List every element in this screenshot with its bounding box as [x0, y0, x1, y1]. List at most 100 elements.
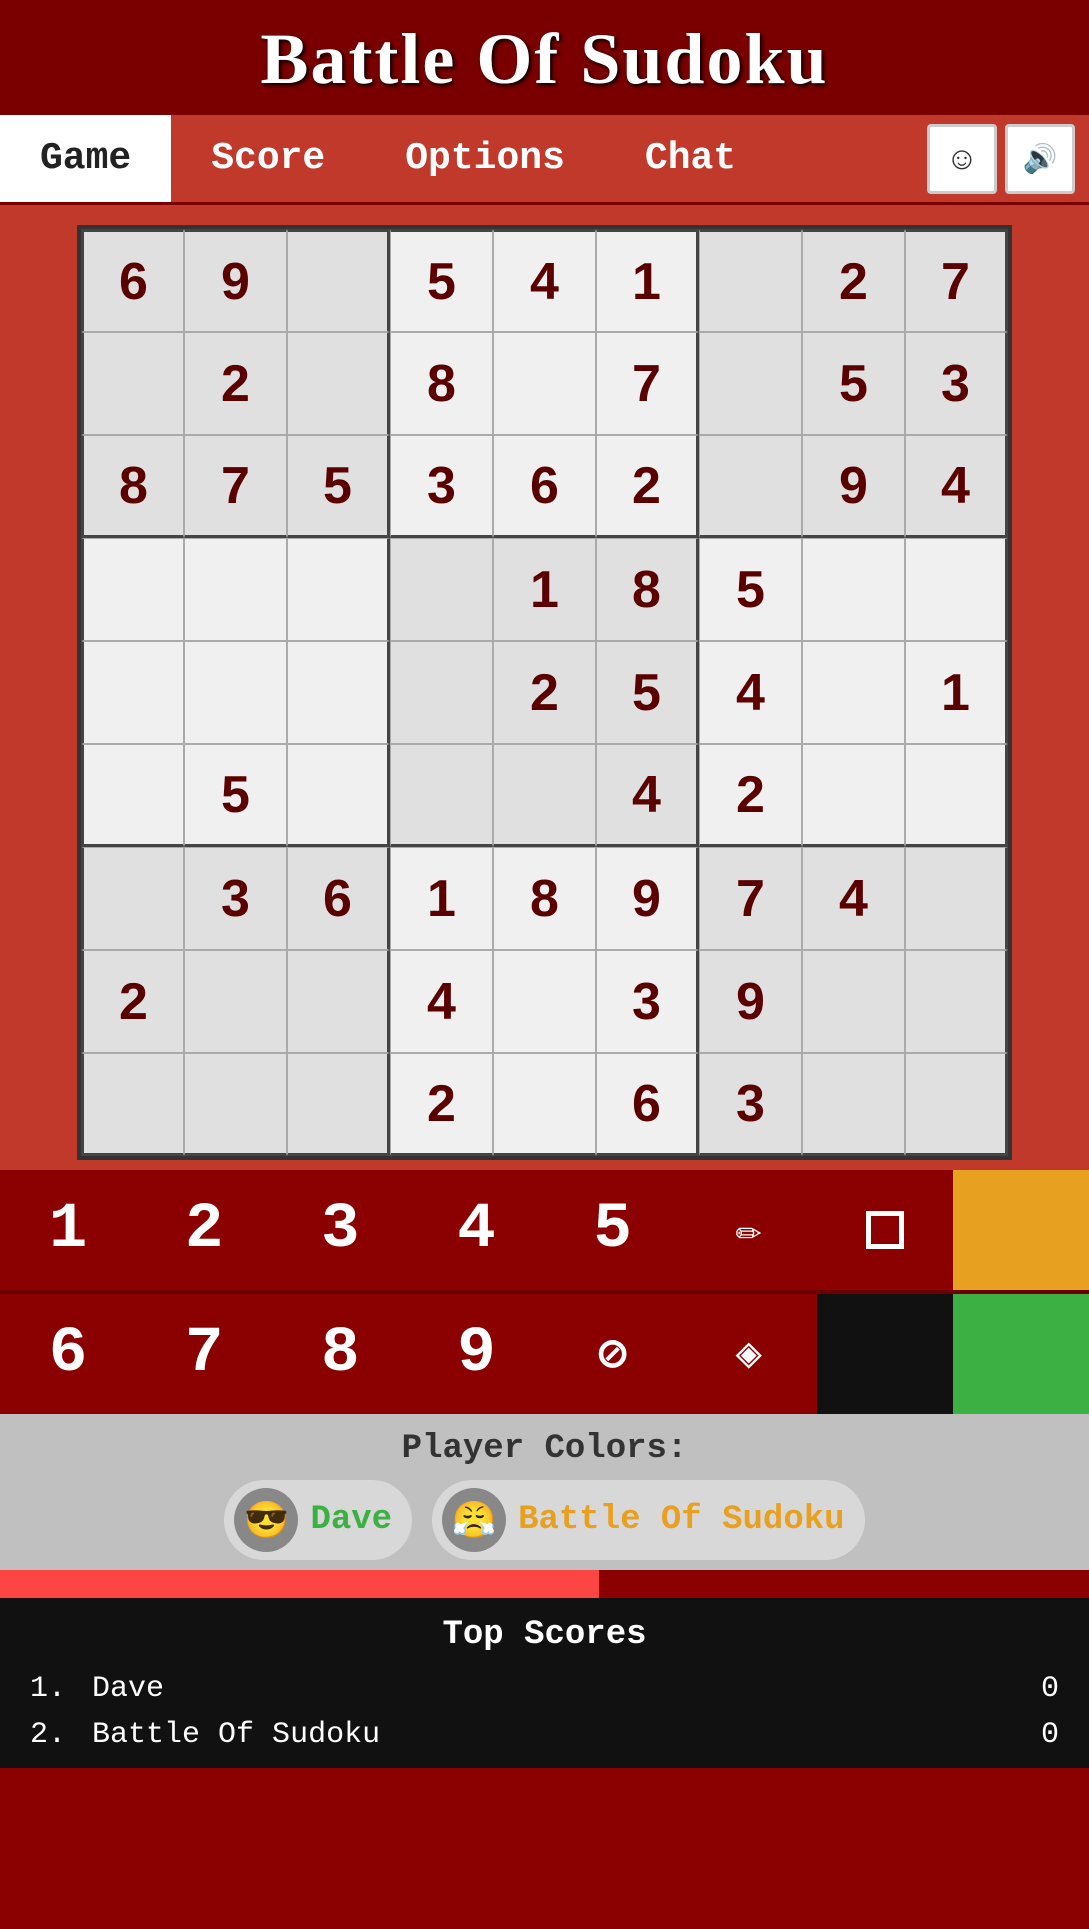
cell-5-5[interactable]: 2: [493, 641, 596, 744]
cell-3-3[interactable]: 5: [287, 435, 390, 538]
cell-8-2[interactable]: [184, 950, 287, 1053]
cell-8-1[interactable]: 2: [81, 950, 184, 1053]
numpad-4[interactable]: 4: [408, 1170, 544, 1290]
cell-7-2[interactable]: 3: [184, 847, 287, 950]
cell-2-9[interactable]: 3: [905, 332, 1008, 435]
cell-1-8[interactable]: 2: [802, 229, 905, 332]
cell-1-9[interactable]: 7: [905, 229, 1008, 332]
cell-6-3[interactable]: [287, 744, 390, 847]
cell-5-4[interactable]: [390, 641, 493, 744]
cell-2-2[interactable]: 2: [184, 332, 287, 435]
cell-4-9[interactable]: [905, 538, 1008, 641]
cell-7-7[interactable]: 7: [699, 847, 802, 950]
speaker-button[interactable]: 🔊: [1005, 124, 1075, 194]
smiley-button[interactable]: ☺: [927, 124, 997, 194]
cell-4-6[interactable]: 8: [596, 538, 699, 641]
cell-1-4[interactable]: 5: [390, 229, 493, 332]
cell-6-2[interactable]: 5: [184, 744, 287, 847]
cell-3-9[interactable]: 4: [905, 435, 1008, 538]
diamond-button[interactable]: ◈: [681, 1294, 817, 1414]
cell-4-3[interactable]: [287, 538, 390, 641]
cell-2-5[interactable]: [493, 332, 596, 435]
cell-3-8[interactable]: 9: [802, 435, 905, 538]
numpad-6[interactable]: 6: [0, 1294, 136, 1414]
cell-4-8[interactable]: [802, 538, 905, 641]
cell-4-7[interactable]: 5: [699, 538, 802, 641]
numpad-2[interactable]: 2: [136, 1170, 272, 1290]
color-orange-button[interactable]: [953, 1170, 1089, 1290]
cell-7-5[interactable]: 8: [493, 847, 596, 950]
cell-4-1[interactable]: [81, 538, 184, 641]
cell-6-1[interactable]: [81, 744, 184, 847]
cell-3-1[interactable]: 8: [81, 435, 184, 538]
numpad-8[interactable]: 8: [272, 1294, 408, 1414]
player-tag-dave[interactable]: 😎 Dave: [224, 1480, 412, 1560]
color-green-button[interactable]: [953, 1294, 1089, 1414]
cell-7-1[interactable]: [81, 847, 184, 950]
cell-4-5[interactable]: 1: [493, 538, 596, 641]
cell-8-9[interactable]: [905, 950, 1008, 1053]
cell-7-4[interactable]: 1: [390, 847, 493, 950]
cell-3-6[interactable]: 2: [596, 435, 699, 538]
cell-1-7[interactable]: [699, 229, 802, 332]
cell-4-4[interactable]: [390, 538, 493, 641]
cell-2-6[interactable]: 7: [596, 332, 699, 435]
cell-5-3[interactable]: [287, 641, 390, 744]
cell-5-2[interactable]: [184, 641, 287, 744]
cell-9-5[interactable]: [493, 1053, 596, 1156]
cell-9-2[interactable]: [184, 1053, 287, 1156]
cell-3-5[interactable]: 6: [493, 435, 596, 538]
cell-6-9[interactable]: [905, 744, 1008, 847]
cell-2-3[interactable]: [287, 332, 390, 435]
cell-9-4[interactable]: 2: [390, 1053, 493, 1156]
cell-5-6[interactable]: 5: [596, 641, 699, 744]
cell-2-7[interactable]: [699, 332, 802, 435]
cell-9-6[interactable]: 6: [596, 1053, 699, 1156]
cell-8-3[interactable]: [287, 950, 390, 1053]
tab-options[interactable]: Options: [365, 115, 605, 202]
player-tag-bos[interactable]: 😤 Battle Of Sudoku: [432, 1480, 864, 1560]
cell-1-2[interactable]: 9: [184, 229, 287, 332]
cell-1-3[interactable]: [287, 229, 390, 332]
slash-button[interactable]: ⊘: [545, 1294, 681, 1414]
cell-9-8[interactable]: [802, 1053, 905, 1156]
cell-6-6[interactable]: 4: [596, 744, 699, 847]
cell-7-9[interactable]: [905, 847, 1008, 950]
cell-7-3[interactable]: 6: [287, 847, 390, 950]
cell-3-4[interactable]: 3: [390, 435, 493, 538]
tab-game[interactable]: Game: [0, 115, 171, 202]
cell-7-6[interactable]: 9: [596, 847, 699, 950]
numpad-3[interactable]: 3: [272, 1170, 408, 1290]
cell-9-1[interactable]: [81, 1053, 184, 1156]
pencil-button[interactable]: ✏: [681, 1170, 817, 1290]
numpad-1[interactable]: 1: [0, 1170, 136, 1290]
tab-score[interactable]: Score: [171, 115, 365, 202]
cell-1-5[interactable]: 4: [493, 229, 596, 332]
cell-3-2[interactable]: 7: [184, 435, 287, 538]
numpad-5[interactable]: 5: [545, 1170, 681, 1290]
cell-5-1[interactable]: [81, 641, 184, 744]
cell-6-7[interactable]: 2: [699, 744, 802, 847]
cell-6-5[interactable]: [493, 744, 596, 847]
numpad-9[interactable]: 9: [408, 1294, 544, 1414]
cell-2-8[interactable]: 5: [802, 332, 905, 435]
cell-9-7[interactable]: 3: [699, 1053, 802, 1156]
square-button[interactable]: [817, 1170, 953, 1290]
cell-8-4[interactable]: 4: [390, 950, 493, 1053]
cell-8-8[interactable]: [802, 950, 905, 1053]
cell-2-4[interactable]: 8: [390, 332, 493, 435]
cell-5-7[interactable]: 4: [699, 641, 802, 744]
cell-5-8[interactable]: [802, 641, 905, 744]
cell-3-7[interactable]: [699, 435, 802, 538]
numpad-7[interactable]: 7: [136, 1294, 272, 1414]
cell-1-1[interactable]: 6: [81, 229, 184, 332]
cell-1-6[interactable]: 1: [596, 229, 699, 332]
cell-9-9[interactable]: [905, 1053, 1008, 1156]
cell-2-1[interactable]: [81, 332, 184, 435]
color-black-button[interactable]: [817, 1294, 953, 1414]
cell-9-3[interactable]: [287, 1053, 390, 1156]
cell-8-7[interactable]: 9: [699, 950, 802, 1053]
cell-6-4[interactable]: [390, 744, 493, 847]
tab-chat[interactable]: Chat: [605, 115, 776, 202]
cell-8-5[interactable]: [493, 950, 596, 1053]
